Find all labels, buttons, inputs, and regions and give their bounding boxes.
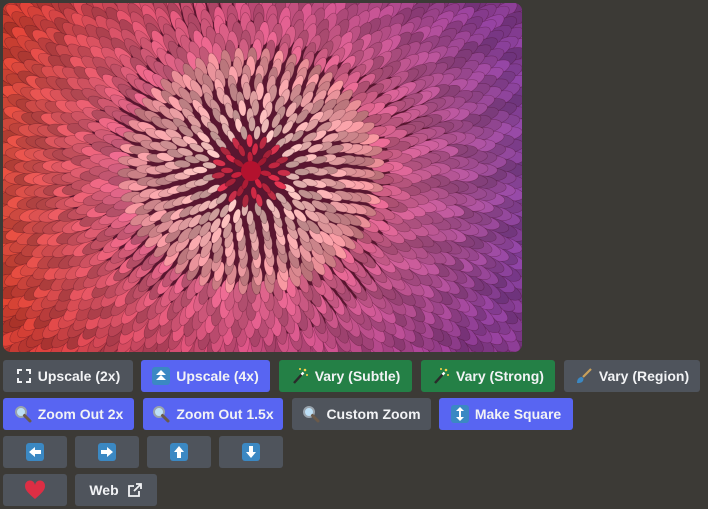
magic-wand-icon (432, 367, 450, 385)
expand-corners-icon (16, 368, 32, 384)
zoom-out-2x-button[interactable]: Zoom Out 2x (3, 398, 134, 430)
right-arrow-icon (98, 443, 116, 461)
magnifier-icon (14, 405, 32, 423)
vary-region-button[interactable]: Vary (Region) (564, 360, 700, 392)
zoom-out-1-5x-label: Zoom Out 1.5x (176, 406, 274, 422)
vary-strong-button[interactable]: Vary (Strong) (421, 360, 555, 392)
magic-wand-icon (291, 367, 309, 385)
flower-artwork (3, 3, 522, 352)
vary-strong-label: Vary (Strong) (456, 368, 544, 384)
vary-subtle-button[interactable]: Vary (Subtle) (279, 360, 412, 392)
magnifier-icon (302, 405, 320, 423)
up-arrow-icon (170, 443, 188, 461)
pan-up-button[interactable] (147, 436, 211, 468)
up-down-arrow-icon (450, 405, 469, 423)
web-label: Web (89, 482, 119, 498)
vary-region-label: Vary (Region) (598, 368, 690, 384)
down-arrow-icon (242, 443, 260, 461)
upscale-4x-button[interactable]: Upscale (4x) (141, 360, 270, 392)
custom-zoom-label: Custom Zoom (326, 406, 421, 422)
magnifier-icon (152, 405, 170, 423)
double-up-arrow-icon (152, 367, 171, 385)
web-button[interactable]: Web (75, 474, 157, 506)
vary-subtle-label: Vary (Subtle) (314, 368, 401, 384)
zoom-out-1-5x-button[interactable]: Zoom Out 1.5x (143, 398, 283, 430)
favorite-button[interactable] (3, 474, 67, 506)
upscale-4x-label: Upscale (4x) (176, 368, 259, 384)
custom-zoom-button[interactable]: Custom Zoom (292, 398, 431, 430)
left-arrow-icon (26, 443, 44, 461)
heart-icon (24, 480, 46, 500)
paintbrush-icon (575, 367, 593, 385)
pan-down-button[interactable] (219, 436, 283, 468)
upscale-2x-button[interactable]: Upscale (2x) (3, 360, 133, 392)
external-link-icon (127, 482, 143, 498)
pan-right-button[interactable] (75, 436, 139, 468)
zoom-out-2x-label: Zoom Out 2x (37, 406, 124, 422)
pan-left-button[interactable] (3, 436, 67, 468)
make-square-button[interactable]: Make Square (439, 398, 573, 430)
generated-image[interactable] (3, 3, 522, 352)
upscale-2x-label: Upscale (2x) (37, 368, 121, 384)
make-square-label: Make Square (474, 406, 562, 422)
